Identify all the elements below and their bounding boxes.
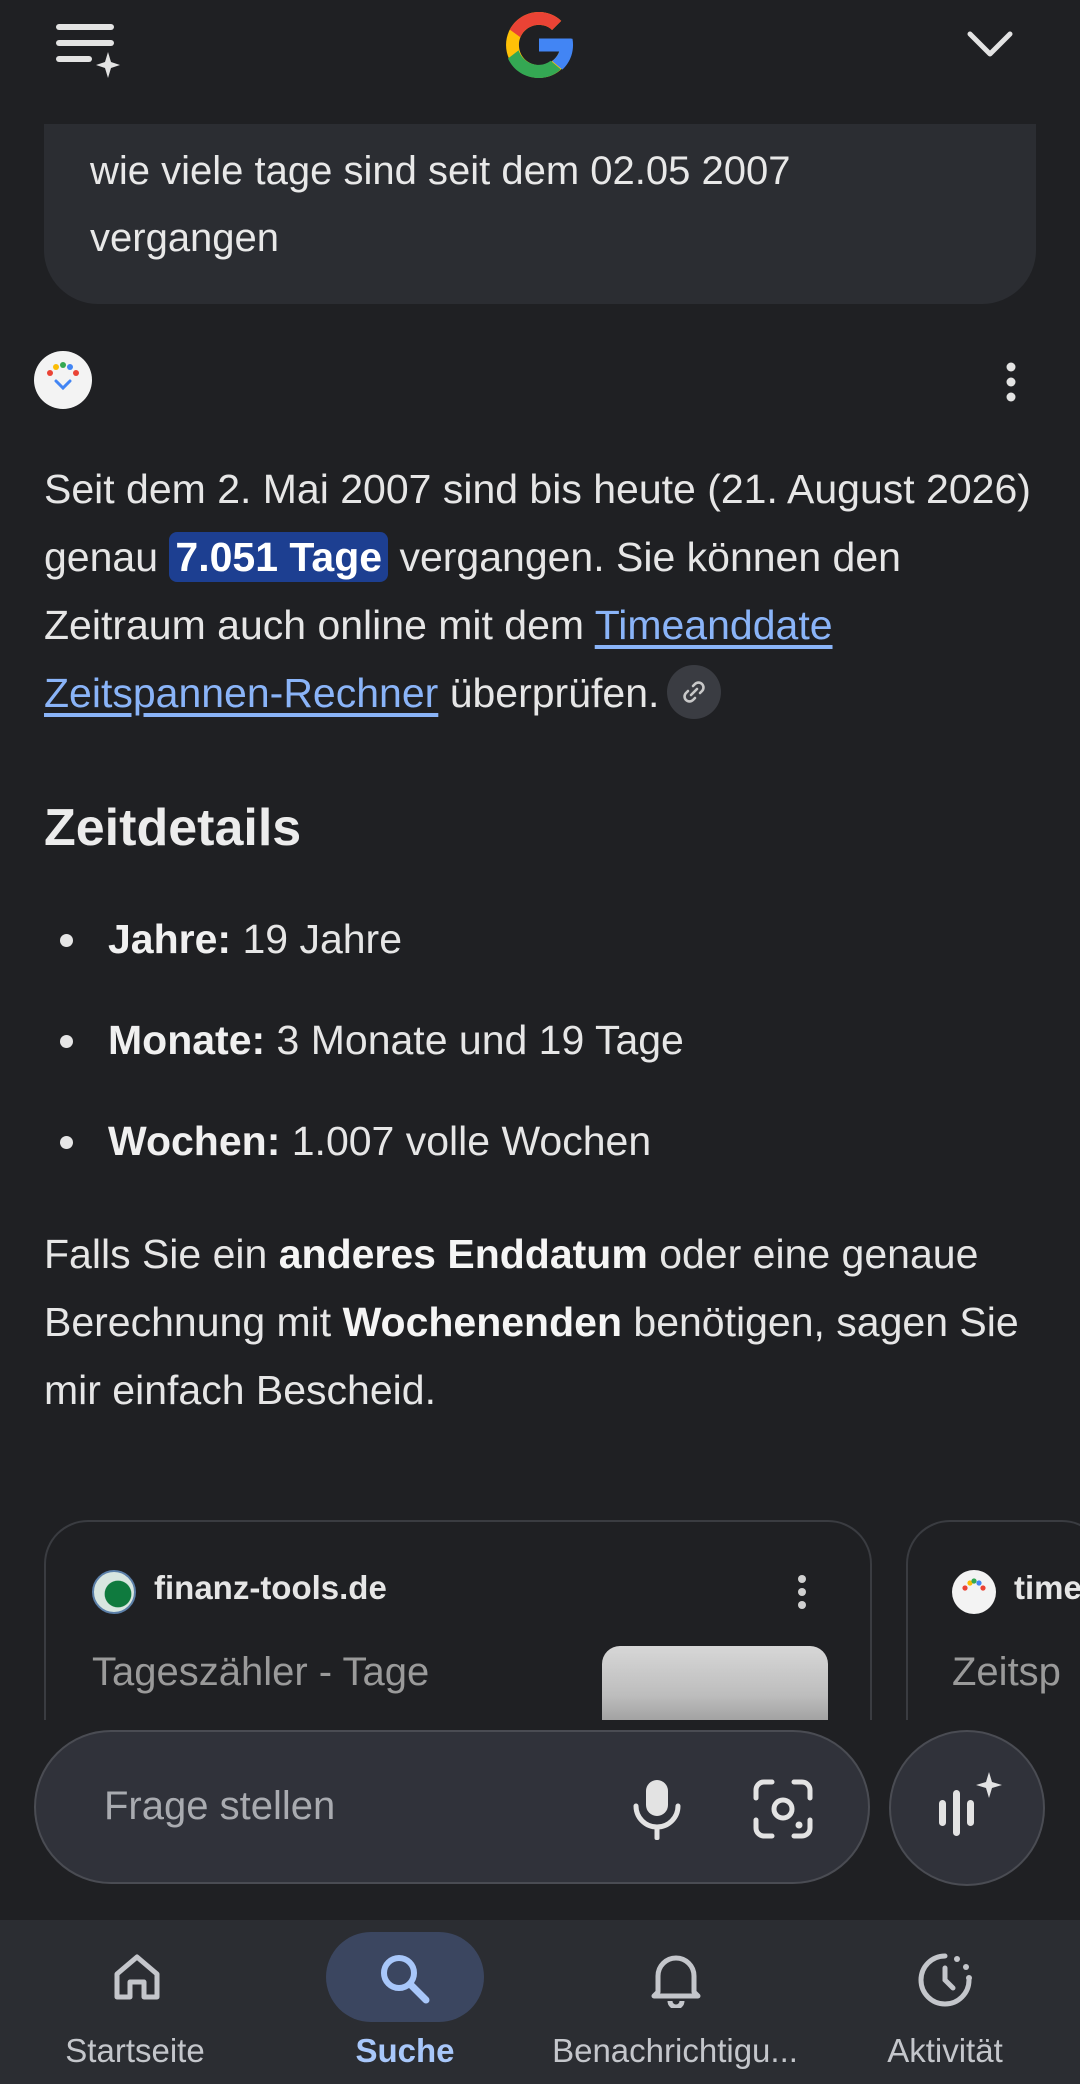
microphone-icon[interactable] (626, 1776, 688, 1842)
closing-bold: Wochenenden (342, 1299, 622, 1345)
more-options-icon[interactable] (996, 360, 1026, 404)
ai-mode-avatar-icon (34, 351, 92, 409)
query-bubble: wie viele tage sind seit dem 02.05 2007 … (44, 124, 1036, 304)
section-title: Zeitdetails (44, 799, 302, 857)
nav-home-label: Startseite (65, 2032, 205, 2069)
list-item-value: 3 Monate und 19 Tage (265, 1017, 684, 1063)
lens-camera-icon[interactable] (750, 1776, 816, 1842)
timeanddate-favicon-icon (952, 1570, 996, 1614)
ask-placeholder: Frage stellen (104, 1784, 336, 1828)
list-item-value: 19 Jahre (231, 916, 403, 962)
list-item-label: Wochen: (108, 1118, 281, 1164)
nav-home[interactable]: Startseite (20, 1920, 250, 2084)
closing-bold: anderes Enddatum (278, 1231, 648, 1277)
source-site: time (1014, 1569, 1080, 1606)
nav-search[interactable]: Suche (290, 1920, 520, 2084)
menu-sparkle-icon[interactable] (54, 18, 124, 78)
answer-highlight: 7.051 Tage (169, 532, 389, 582)
details-list: Jahre: 19 Jahre Monate: 3 Monate und 19 … (44, 905, 1044, 1208)
ask-input[interactable]: Frage stellen (34, 1730, 870, 1884)
bottom-navigation: Startseite Suche Benachrichtigu... Aktiv… (0, 1920, 1080, 2084)
activity-history-icon (918, 1953, 972, 2007)
list-item-label: Monate: (108, 1017, 266, 1063)
source-card[interactable]: time Zeitsp (906, 1520, 1080, 1720)
link-icon (683, 681, 706, 703)
nav-notifications-label: Benachrichtigu... (552, 2032, 798, 2069)
list-item: Wochen: 1.007 volle Wochen (44, 1107, 1044, 1208)
list-item-value: 1.007 volle Wochen (280, 1118, 652, 1164)
closing-paragraph: Falls Sie ein anderes Enddatum oder eine… (44, 1220, 1044, 1424)
query-text: wie viele tage sind seit dem 02.05 2007 … (90, 149, 791, 260)
card-more-icon[interactable] (792, 1572, 812, 1612)
google-g-logo[interactable] (496, 2, 582, 88)
nav-notifications[interactable]: Benachrichtigu... (525, 1920, 825, 2084)
source-title: Zeitsp (952, 1650, 1061, 1694)
source-card[interactable]: finanz-tools.de Tageszähler - Tage (44, 1520, 872, 1720)
finanz-tools-favicon-icon (92, 1570, 136, 1614)
top-bar (0, 0, 1080, 90)
ai-voice-button[interactable] (889, 1730, 1045, 1886)
source-title: Tageszähler - Tage (92, 1650, 430, 1694)
list-item-label: Jahre: (108, 916, 232, 962)
source-site: finanz-tools.de (154, 1569, 387, 1606)
calendar-thumbnail-image (602, 1646, 828, 1720)
source-link-chip[interactable] (667, 665, 722, 720)
nav-search-label: Suche (355, 2032, 455, 2069)
list-item: Jahre: 19 Jahre (44, 905, 1044, 1006)
home-icon (114, 1954, 160, 2000)
search-icon (381, 1955, 430, 2004)
closing-text: Falls Sie ein (44, 1231, 279, 1277)
bell-icon (651, 1955, 701, 2008)
answer-text: überprüfen. (438, 670, 660, 716)
list-item: Monate: 3 Monate und 19 Tage (44, 1006, 1044, 1107)
answer-paragraph: Seit dem 2. Mai 2007 sind bis heute (21.… (44, 455, 1044, 727)
chevron-down-icon[interactable] (964, 18, 1016, 70)
nav-activity-label: Aktivität (887, 2032, 1003, 2069)
nav-activity[interactable]: Aktivität (840, 1920, 1050, 2084)
voice-sparkle-icon (939, 1772, 1002, 1836)
